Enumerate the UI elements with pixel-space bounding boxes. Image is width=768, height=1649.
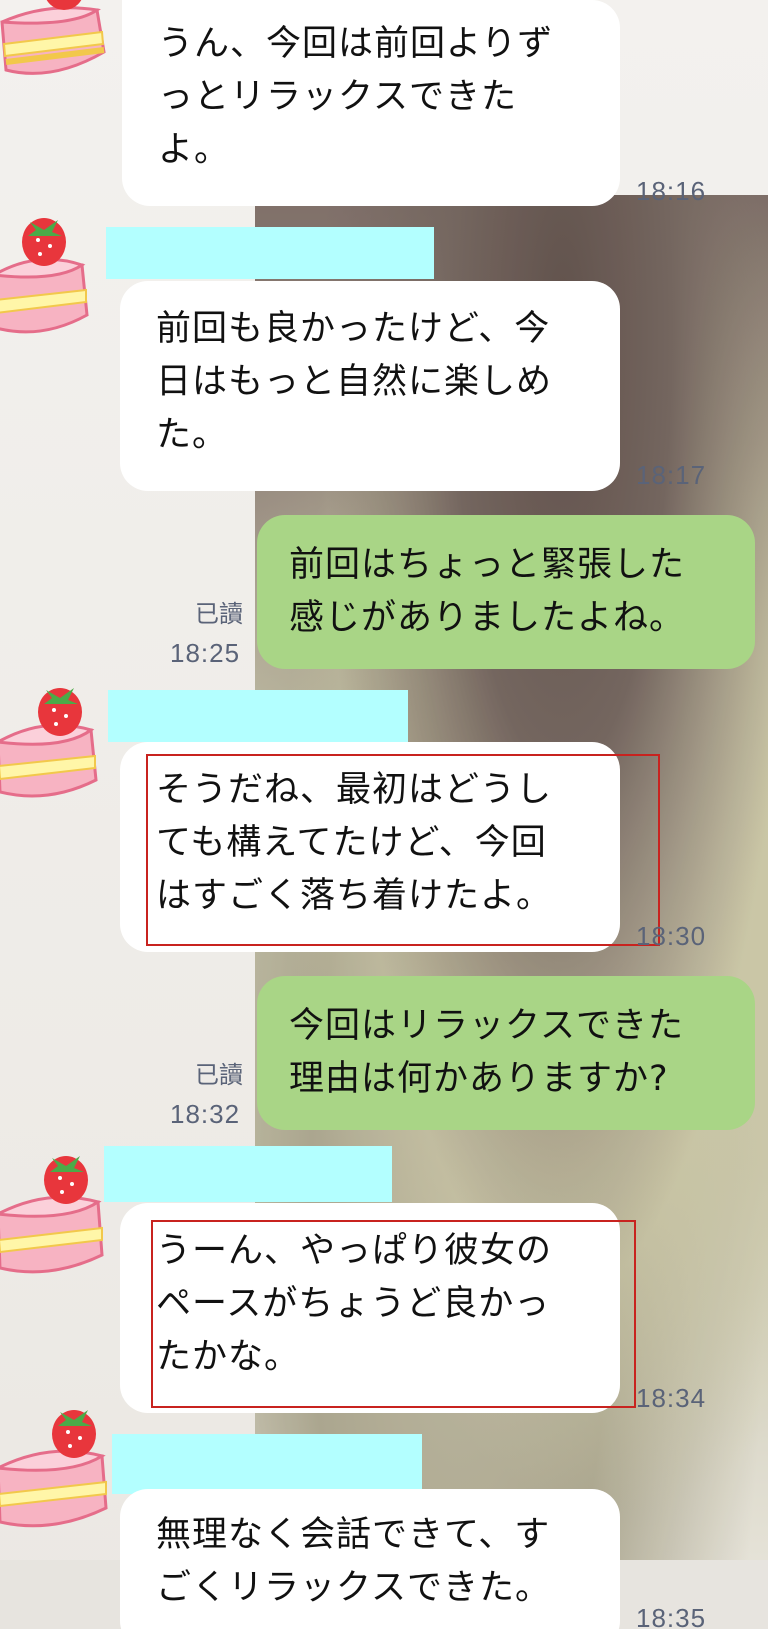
strawberry-cake-icon[interactable] [0, 1396, 116, 1528]
strawberry-cake-icon[interactable] [0, 210, 112, 334]
message-bubble[interactable]: 今回はリラックスできた 理由は何かありますか? [257, 976, 755, 1130]
message-line: 今回はリラックスできた [289, 1006, 684, 1046]
sender-name-redacted [108, 690, 408, 742]
highlight-box [146, 754, 660, 946]
timestamp: 18:17 [636, 460, 707, 490]
sender-name-redacted [104, 1146, 392, 1202]
message-bubble[interactable]: うん、今回は前回よりず っとリラックスできた よ。 [122, 0, 620, 206]
timestamp: 18:16 [636, 176, 707, 206]
message-line: っとリラックスできた [158, 77, 517, 117]
sender-name-redacted [106, 227, 434, 279]
message-line: ごくリラックスできた。 [156, 1568, 551, 1608]
highlight-box [151, 1220, 636, 1408]
message-bubble[interactable]: 無理なく会話できて、す ごくリラックスできた。 [120, 1489, 620, 1649]
timestamp: 18:25 [170, 638, 241, 668]
message-bubble[interactable]: 前回も良かったけど、今 日はもっと自然に楽しめ た。 [120, 281, 620, 491]
sender-name-redacted [112, 1434, 422, 1494]
timestamp: 18:32 [170, 1099, 241, 1129]
read-receipt: 已讀 [153, 596, 243, 632]
timestamp: 18:35 [636, 1603, 707, 1633]
read-label: 已讀 [195, 1061, 243, 1089]
message-line: た。 [156, 415, 229, 455]
message-line: 無理なく会話できて、す [156, 1515, 551, 1555]
message-line: 日はもっと自然に楽しめ [156, 362, 553, 402]
message-line: 前回も良かったけど、今 [156, 309, 551, 349]
message-line: うん、今回は前回よりず [158, 24, 554, 64]
message-line: よ。 [158, 130, 231, 170]
strawberry-cake-icon[interactable] [0, 672, 116, 798]
read-label: 已讀 [195, 600, 243, 628]
message-line: 前回はちょっと緊張した [289, 545, 686, 585]
timestamp: 18:30 [636, 921, 707, 951]
timestamp: 18:34 [636, 1383, 707, 1413]
read-receipt: 已讀 [153, 1057, 243, 1093]
strawberry-cake-icon[interactable] [0, 1130, 116, 1274]
strawberry-cake-icon[interactable] [0, 0, 112, 82]
message-line: 感じがありましたよね。 [289, 598, 686, 638]
message-line: 理由は何かありますか? [289, 1059, 669, 1099]
message-bubble[interactable]: 前回はちょっと緊張した 感じがありましたよね。 [257, 515, 755, 669]
